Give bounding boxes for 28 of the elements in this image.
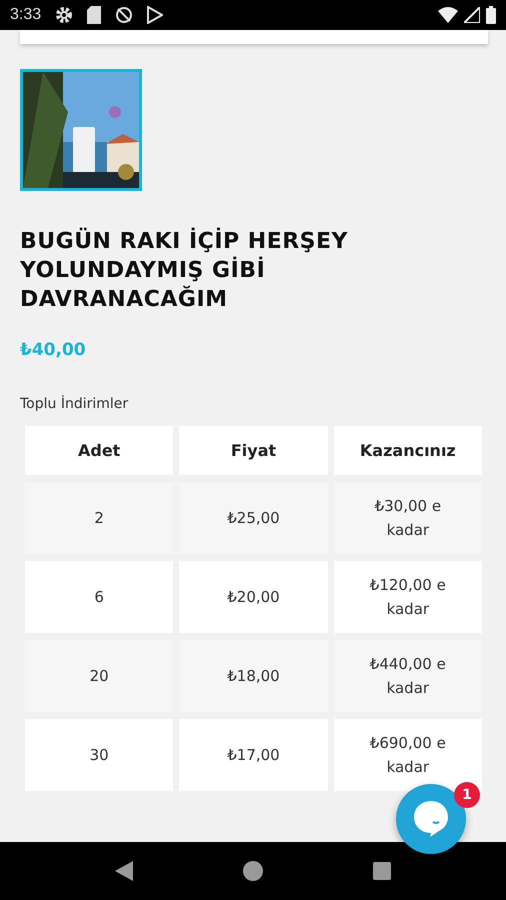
table-cell: ₺18,00 [179, 640, 328, 712]
sync-off-icon [115, 6, 134, 24]
table-cell: ₺25,00 [179, 482, 328, 554]
column-header: Kazancınız [334, 426, 482, 475]
signal-icon [464, 7, 480, 23]
chat-bubble-icon [413, 800, 449, 838]
table-cell: ₺20,00 [179, 561, 328, 633]
column-header: Fiyat [179, 426, 328, 475]
home-icon[interactable] [243, 861, 263, 881]
product-price: ₺40,00 [20, 340, 87, 360]
gear-icon [55, 6, 74, 24]
back-icon[interactable] [115, 861, 133, 881]
table-cell: ₺30,00 e kadar [334, 482, 482, 554]
product-title: BUGÜN RAKI İÇİP HERŞEY YOLUNDAYMIŞ GİBİ DAVRANACAĞIM [20, 227, 349, 314]
table-cell: 20 [25, 640, 174, 712]
sd-card-icon [87, 6, 102, 24]
table-cell: ₺17,00 [179, 719, 328, 791]
wifi-icon [438, 7, 458, 23]
status-time: 3:33 [10, 6, 42, 24]
table-cell: ₺440,00 e kadar [334, 640, 482, 712]
table-cell: 6 [25, 561, 174, 633]
section-heading: Toplu İndirimler [20, 396, 130, 412]
column-header: Adet [25, 426, 174, 475]
play-store-icon [147, 6, 164, 24]
table-cell: ₺120,00 e kadar [334, 561, 482, 633]
battery-icon [486, 6, 496, 24]
table-cell: 2 [25, 482, 174, 554]
table-cell: 30 [25, 719, 174, 791]
